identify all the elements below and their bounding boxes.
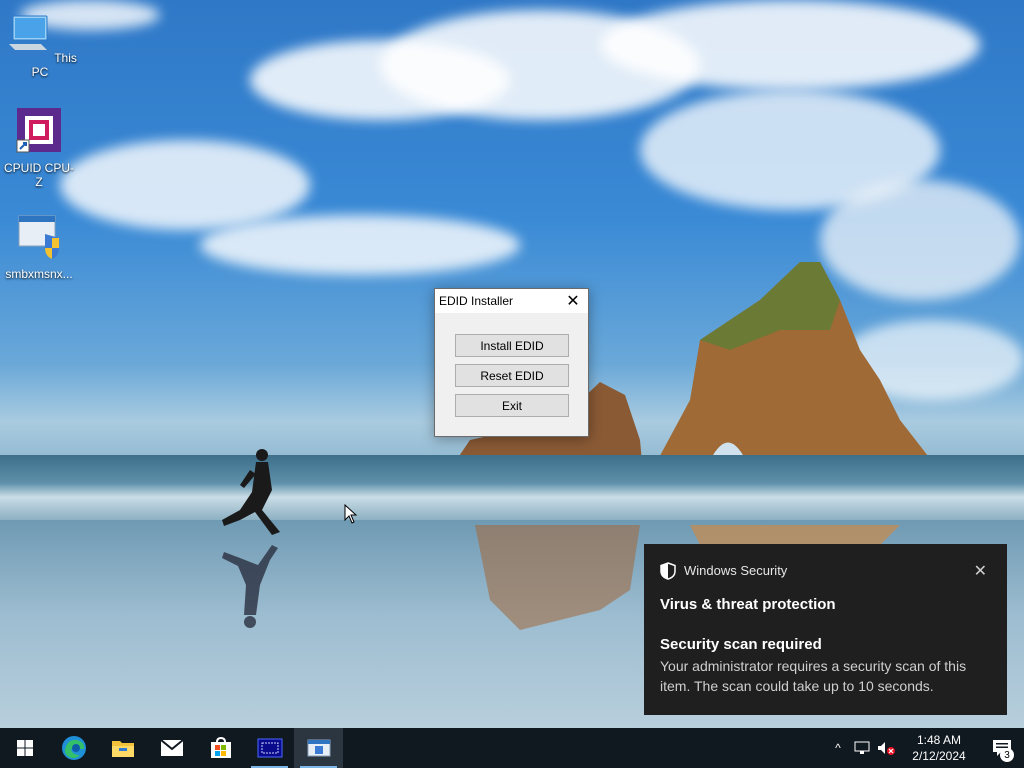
clock-date: 2/12/2024 (912, 749, 966, 763)
system-tray: ^ 1:48 AM 2/12/2024 3 (826, 728, 1024, 768)
reset-edid-button[interactable]: Reset EDID (455, 364, 569, 387)
taskbar-edge-button[interactable] (49, 728, 98, 768)
edge-icon (61, 736, 86, 760)
taskbar-file-explorer-button[interactable] (98, 728, 147, 768)
close-button[interactable]: ✕ (558, 289, 588, 313)
computer-icon (9, 15, 48, 50)
mouse-cursor-icon (344, 504, 358, 524)
toast-title: Security scan required (660, 636, 822, 653)
toast-app-name: Windows Security (684, 563, 788, 578)
notification-count-badge: 3 (1000, 748, 1014, 762)
toast-header: Virus & threat protection (660, 596, 836, 613)
display-app-icon (257, 738, 282, 758)
taskbar-display-app-button[interactable] (245, 728, 294, 768)
action-center-button[interactable]: 3 (980, 728, 1024, 768)
taskbar-mail-button[interactable] (147, 728, 196, 768)
installer-shield-icon (18, 215, 59, 259)
window-title: EDID Installer (439, 294, 514, 308)
install-edid-button[interactable]: Install EDID (455, 334, 569, 357)
exit-button[interactable]: Exit (455, 394, 569, 417)
clock[interactable]: 1:48 AM 2/12/2024 (898, 732, 980, 764)
taskbar-edid-installer-button[interactable] (294, 728, 343, 768)
start-button[interactable] (0, 728, 49, 768)
toast-body: Your administrator requires a security s… (660, 658, 967, 694)
desktop-icon-label: CPUID CPU-Z (3, 161, 74, 189)
window-titlebar[interactable]: EDID Installer ✕ (435, 289, 588, 313)
toast-close-button[interactable]: ✕ (974, 561, 987, 581)
file-explorer-icon (111, 741, 134, 757)
cpuz-icon (16, 108, 61, 153)
edid-installer-window: EDID Installer ✕ Install EDID Reset EDID… (434, 288, 589, 437)
shield-icon (660, 562, 676, 580)
security-toast[interactable]: Windows Security ✕ Virus & threat protec… (644, 544, 1007, 715)
clock-time: 1:48 AM (916, 733, 962, 747)
desktop-icon-this-pc[interactable]: This PC (2, 10, 78, 79)
desktop-icon-cpu-z[interactable]: CPUID CPU-Z (1, 106, 77, 189)
taskbar-store-button[interactable] (196, 728, 245, 768)
volume-muted-icon[interactable] (874, 728, 898, 768)
taskbar: ^ 1:48 AM 2/12/2024 3 (0, 728, 1024, 768)
network-icon[interactable] (850, 728, 874, 768)
desktop-icon-smbxmsnx[interactable]: smbxmsnx... (1, 212, 77, 281)
mail-icon (159, 739, 184, 756)
show-hidden-icons-chevron-icon[interactable]: ^ (826, 728, 850, 768)
edid-installer-icon (307, 739, 330, 757)
store-icon (210, 737, 231, 758)
desktop-icon-label: smbxmsnx... (5, 267, 73, 281)
windows-logo-icon (16, 740, 33, 756)
